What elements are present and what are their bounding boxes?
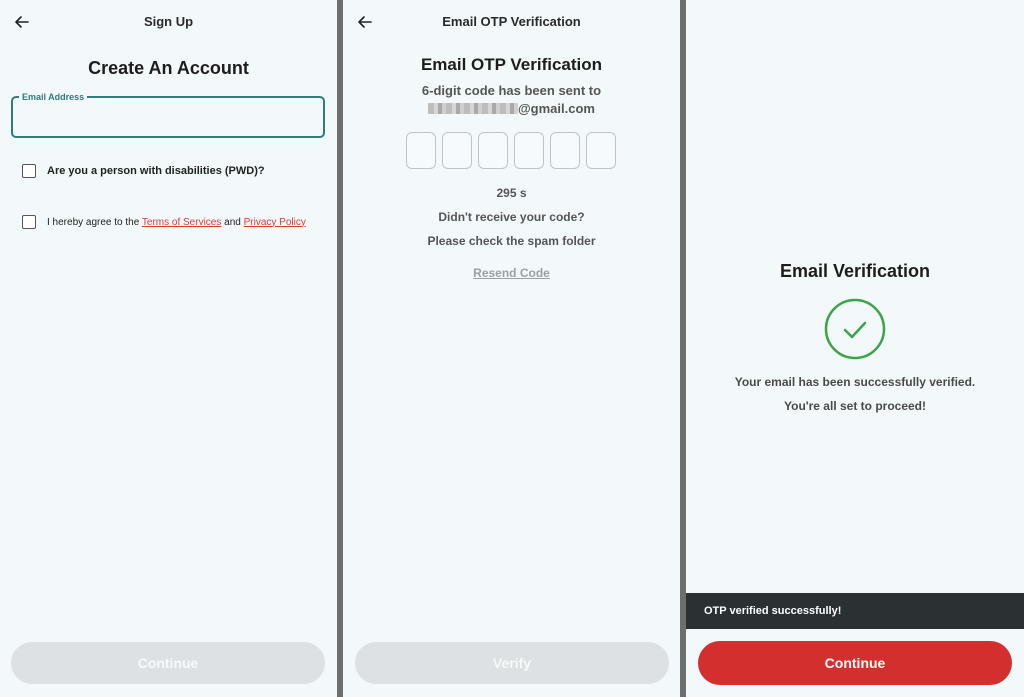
countdown-timer: 295 s [496,186,527,200]
not-received-text: Didn't receive your code? [438,210,585,224]
topbar-title: Sign Up [143,14,194,29]
pwd-checkbox[interactable] [22,164,36,178]
terms-checkbox-label: I hereby agree to the Terms of Services … [47,217,306,228]
otp-screen: Email OTP Verification Email OTP Verific… [343,0,680,697]
email-redacted-block [428,103,518,114]
otp-input-group [406,132,616,169]
check-spam-text: Please check the spam folder [427,234,596,248]
success-check-icon [824,298,886,360]
email-domain-text: @gmail.com [518,101,595,116]
terms-of-services-link[interactable]: Terms of Services [142,217,221,228]
email-field-label: Email Address [19,92,88,102]
terms-checkbox[interactable] [22,215,36,229]
page-title: Email OTP Verification [420,55,603,74]
verification-success-screen: Email Verification Your email has been s… [686,0,1024,697]
pwd-checkbox-label: Are you a person with disabilities (PWD)… [47,165,265,177]
agree-prefix-text: I hereby agree to the [47,216,142,228]
page-title: Create An Account [88,58,249,78]
email-field[interactable]: Email Address [11,92,325,138]
agree-and-text: and [221,216,244,228]
masked-email: @gmail.com [343,101,680,116]
otp-digit-input[interactable] [514,132,544,169]
topbar-title: Email OTP Verification [442,14,581,29]
otp-digit-input[interactable] [478,132,508,169]
code-sent-text: 6-digit code has been sent to [421,83,602,98]
otp-digit-input[interactable] [406,132,436,169]
page-title: Email Verification [779,261,931,281]
pwd-checkbox-row: Are you a person with disabilities (PWD)… [22,164,265,178]
continue-button[interactable]: Continue [698,641,1012,685]
resend-code-link[interactable]: Resend Code [343,266,680,280]
verify-button[interactable]: Verify [355,642,669,684]
otp-digit-input[interactable] [550,132,580,169]
otp-digit-input[interactable] [586,132,616,169]
terms-checkbox-row: I hereby agree to the Terms of Services … [22,215,306,229]
continue-button[interactable]: Continue [11,642,325,684]
toast-notification: OTP verified successfully! [686,593,1024,629]
email-input[interactable] [21,110,311,128]
success-message-line-2: You're all set to proceed! [784,399,926,413]
privacy-policy-link[interactable]: Privacy Policy [244,217,306,228]
otp-digit-input[interactable] [442,132,472,169]
success-message-line-1: Your email has been successfully verifie… [734,375,976,389]
signup-screen: Sign Up Create An Account Email Address … [0,0,337,697]
